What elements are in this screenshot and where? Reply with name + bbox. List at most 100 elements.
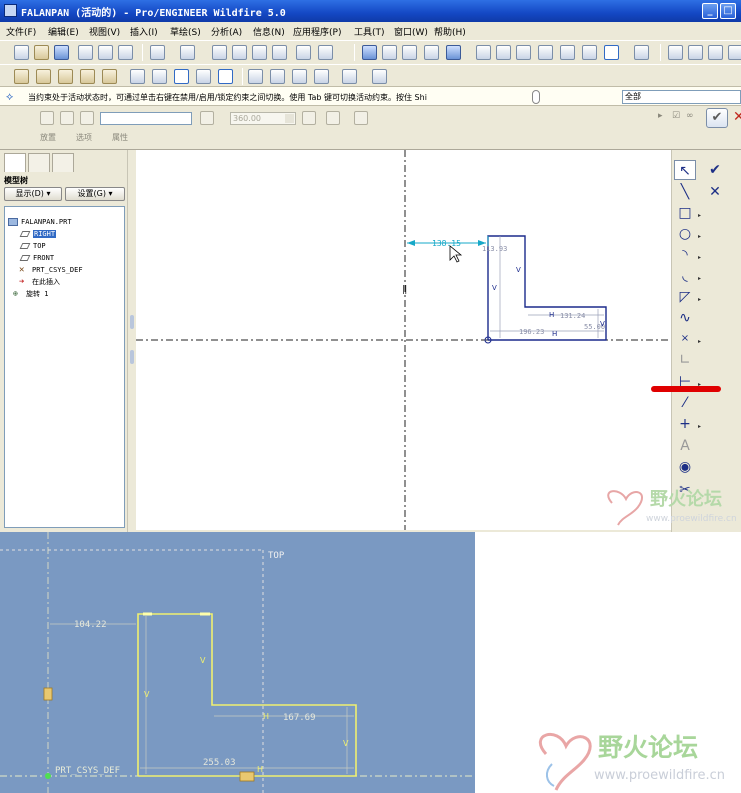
flyout-arrow-icon[interactable]: ▸	[698, 275, 701, 282]
constraint-mark[interactable]: H	[549, 311, 554, 319]
dimension-label[interactable]: 131.24	[560, 312, 585, 320]
tree-item-revolve[interactable]: ⊕ 旋转 1	[13, 289, 48, 300]
axis-collector-icon[interactable]	[80, 111, 94, 125]
hidden-line-icon[interactable]	[688, 45, 703, 60]
layers-icon[interactable]	[582, 45, 597, 60]
email-icon[interactable]	[98, 45, 113, 60]
thicken-icon[interactable]	[354, 111, 368, 125]
dimension-label[interactable]: 255.03	[203, 758, 236, 768]
arc-icon[interactable]: ◝	[674, 245, 696, 265]
rectangle-icon[interactable]: □	[674, 203, 696, 223]
datum-points-icon[interactable]	[292, 69, 307, 84]
preview-check-icon[interactable]: ☑	[672, 111, 680, 121]
panel-splitter[interactable]	[127, 150, 136, 532]
flyout-arrow-icon[interactable]: ▸	[698, 296, 701, 303]
pause-icon[interactable]: ▸	[658, 111, 663, 121]
shading-sphere-icon[interactable]	[446, 45, 461, 60]
flyout-arrow-icon[interactable]: ▸	[698, 254, 701, 261]
folder-browser-tab[interactable]	[28, 153, 50, 172]
tree-item-front[interactable]: FRONT	[19, 253, 54, 264]
angle-input[interactable]: 360.00	[230, 112, 296, 125]
new-file-icon[interactable]	[14, 45, 29, 60]
constraint-mark[interactable]: H	[257, 765, 263, 774]
csys-label[interactable]: PRT_CSYS_DEF	[55, 766, 120, 776]
modify-icon[interactable]: ⁄	[674, 393, 696, 413]
favorites-tab[interactable]	[52, 153, 74, 172]
menu-info[interactable]: 信息(N)	[253, 25, 285, 38]
discard-icon[interactable]: ✕	[704, 182, 726, 202]
menu-analysis[interactable]: 分析(A)	[211, 25, 242, 38]
flyout-arrow-icon[interactable]: ▸	[698, 233, 701, 240]
paste-icon[interactable]	[252, 45, 267, 60]
flyout-arrow-icon[interactable]: ▸	[698, 212, 701, 219]
sketch-profile[interactable]	[137, 613, 357, 777]
tree-item-top[interactable]: TOP	[19, 241, 46, 252]
circle-icon[interactable]: ○	[674, 224, 696, 244]
copy-icon[interactable]	[232, 45, 247, 60]
intent-manager-icon[interactable]	[130, 69, 145, 84]
zoom-in-icon[interactable]	[476, 45, 491, 60]
paste-special-icon[interactable]	[272, 45, 287, 60]
view-manager-icon[interactable]	[604, 45, 619, 60]
show-vertices-icon[interactable]	[80, 69, 95, 84]
save-icon[interactable]	[54, 45, 69, 60]
undo-icon[interactable]	[150, 45, 165, 60]
regenerate-icon[interactable]	[296, 45, 311, 60]
csys-display-icon[interactable]	[314, 69, 329, 84]
tree-item-right[interactable]: RIGHT	[19, 229, 57, 240]
remove-material-icon[interactable]	[326, 111, 340, 125]
constraint-mark[interactable]: V	[200, 656, 206, 665]
menu-sketch[interactable]: 草绘(S)	[170, 25, 201, 38]
maximize-button[interactable]: □	[720, 3, 736, 19]
shading-icon[interactable]	[728, 45, 741, 60]
bottom-sketch-canvas[interactable]: TOP 104.22 167.69 255.03 V V H V H PRT_C…	[0, 532, 475, 793]
menu-window[interactable]: 窗口(W)	[394, 25, 428, 38]
wireframe-icon[interactable]	[668, 45, 683, 60]
spline-icon[interactable]: ∿	[674, 308, 696, 328]
no-hidden-icon[interactable]	[708, 45, 723, 60]
constraint-mark[interactable]: V	[492, 284, 497, 292]
menu-edit[interactable]: 编辑(E)	[48, 25, 79, 38]
tab-options[interactable]: 选项	[76, 132, 92, 143]
zoom-out-icon[interactable]	[496, 45, 511, 60]
refit-icon[interactable]	[516, 45, 531, 60]
depth-input[interactable]	[100, 112, 192, 125]
tree-item-insert-here[interactable]: ➔ 在此插入	[19, 277, 60, 288]
constraints-icon[interactable]: +	[674, 414, 696, 434]
constraint-tool-icon[interactable]	[174, 69, 189, 84]
settings-button[interactable]: 设置(G) ▾	[65, 187, 125, 201]
annotation-icon[interactable]	[342, 69, 357, 84]
offset-icon[interactable]: ∟	[674, 350, 696, 370]
print-icon[interactable]	[78, 45, 93, 60]
reorient-icon[interactable]	[538, 45, 553, 60]
verify-icon[interactable]: ∞	[686, 111, 694, 121]
menu-tools[interactable]: 工具(T)	[354, 25, 385, 38]
datum-axes-icon[interactable]	[270, 69, 285, 84]
sketcher-display-icon[interactable]	[218, 69, 233, 84]
collapse-handle[interactable]	[130, 350, 134, 364]
select-arrow-icon[interactable]: ↖	[674, 160, 696, 180]
datum-display-icon[interactable]	[634, 45, 649, 60]
saved-views-icon[interactable]	[560, 45, 575, 60]
flyout-arrow-icon[interactable]: ▸	[698, 423, 701, 430]
csys-origin[interactable]	[45, 773, 51, 779]
angle-option-icon[interactable]	[200, 111, 214, 125]
show-dimensions-icon[interactable]	[14, 69, 29, 84]
menu-help[interactable]: 帮助(H)	[434, 25, 466, 38]
minimize-button[interactable]: _	[702, 3, 718, 19]
line-icon[interactable]: ╲	[674, 182, 696, 202]
tree-item-part[interactable]: FALANPAN.PRT	[8, 217, 72, 228]
model-tree-tab[interactable]	[4, 153, 26, 172]
graphics-window[interactable]: ‖ 138.15 113.93 131.24 196.23 55.00 V V	[136, 150, 671, 530]
grid-snap-icon[interactable]	[196, 69, 211, 84]
constraint-mark[interactable]: V	[516, 266, 521, 274]
constraint-mark[interactable]: H	[263, 712, 269, 721]
cancel-icon[interactable]: ✕	[733, 109, 741, 125]
surface-icon[interactable]	[60, 111, 74, 125]
sketch-orient-icon[interactable]	[362, 45, 377, 60]
datum-top-label[interactable]: TOP	[268, 551, 285, 561]
fillet-icon[interactable]: ◟	[674, 266, 696, 286]
show-constraints-icon[interactable]	[36, 69, 51, 84]
chamfer-icon[interactable]: ◸	[674, 287, 696, 307]
text-icon[interactable]: A	[674, 436, 696, 456]
